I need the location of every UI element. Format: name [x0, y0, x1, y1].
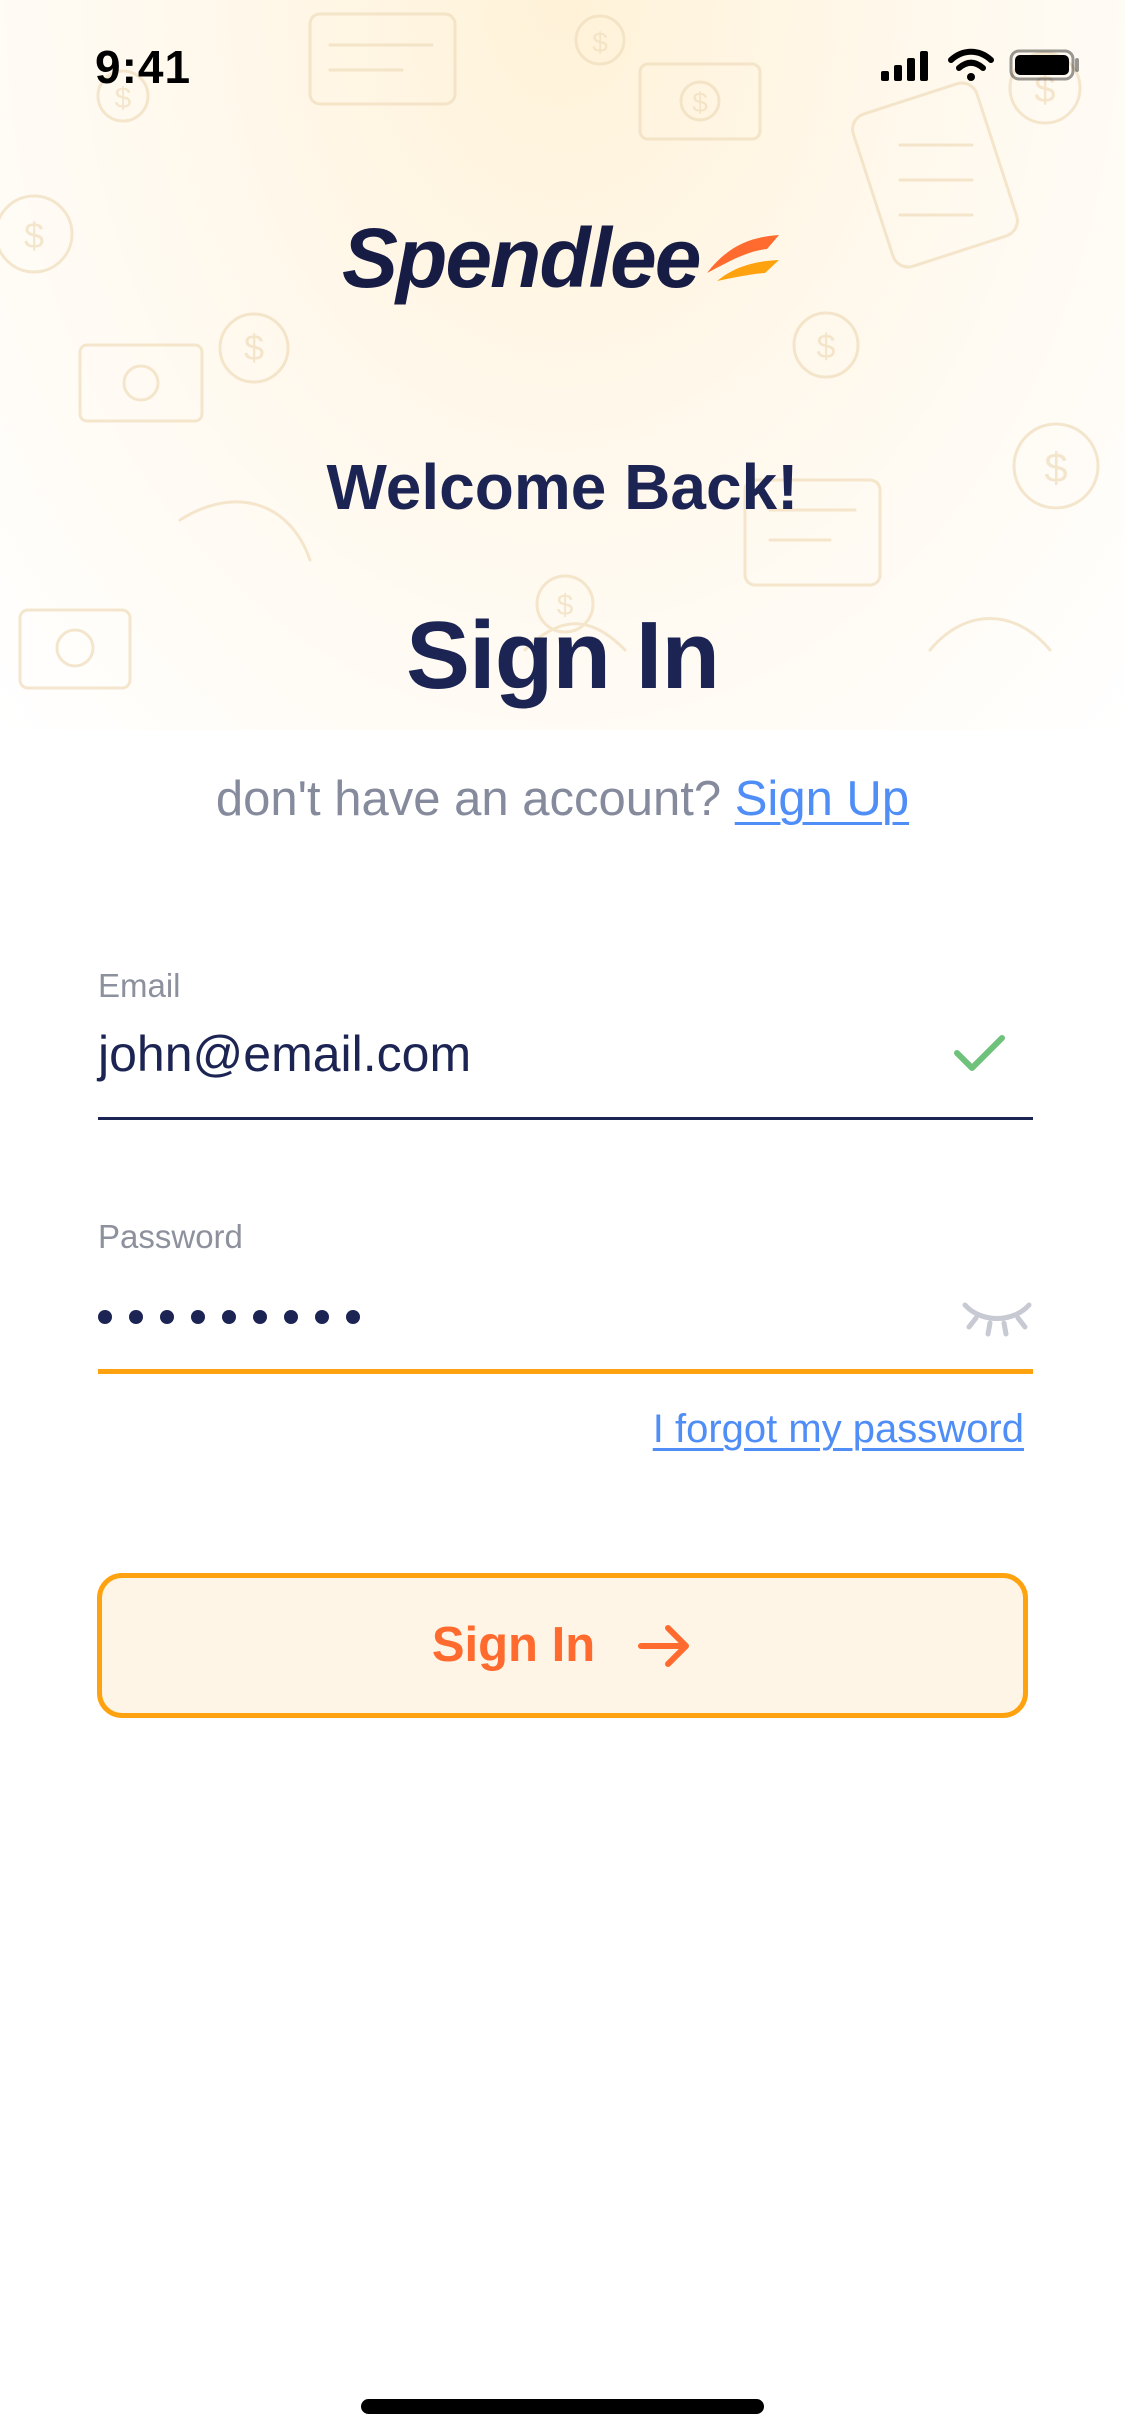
svg-text:$: $: [244, 327, 264, 368]
email-underline: [98, 1117, 1033, 1120]
arrow-right-icon: [638, 1624, 690, 1667]
email-field[interactable]: Email john@email.com: [98, 967, 1033, 1122]
signup-prompt-text: don't have an account?: [215, 772, 722, 826]
forgot-password-link[interactable]: I forgot my password: [653, 1407, 1024, 1452]
password-dot: [129, 1310, 143, 1324]
svg-text:$: $: [24, 215, 44, 256]
email-label: Email: [98, 967, 181, 1004]
password-dot: [98, 1310, 112, 1324]
password-label: Password: [98, 1218, 243, 1255]
signup-prompt-row: don't have an account? Sign Up: [0, 775, 1125, 824]
check-icon: [954, 1035, 1005, 1071]
signup-link[interactable]: Sign Up: [735, 772, 909, 826]
home-indicator: [361, 2399, 764, 2414]
password-underline: [98, 1369, 1033, 1374]
password-dot: [346, 1310, 360, 1324]
password-dot: [253, 1310, 267, 1324]
battery-icon: [1009, 49, 1079, 81]
welcome-heading: Welcome Back!: [326, 451, 799, 523]
svg-text:$: $: [817, 328, 836, 366]
password-field[interactable]: Password: [98, 1218, 1033, 1378]
logo-swoosh-icon: [707, 234, 780, 281]
signal-icon: [881, 51, 928, 81]
password-dot: [315, 1310, 329, 1324]
password-dot: [222, 1310, 236, 1324]
wifi-icon: [948, 48, 994, 81]
status-bar: 9:41: [0, 0, 1125, 132]
page-title: Sign In: [406, 602, 720, 709]
sign-in-button-label: Sign In: [431, 1618, 596, 1672]
sign-in-screen: $ $ $ $ $ $ $ $ $ 9:41 Spendlee Welcome …: [0, 0, 1125, 2436]
status-time: 9:41: [95, 41, 192, 93]
email-value[interactable]: john@email.com: [98, 1025, 471, 1083]
logo-text: Spendlee: [342, 210, 701, 305]
spendlee-logo: Spendlee: [342, 200, 792, 315]
sign-in-button[interactable]: Sign In: [97, 1573, 1028, 1718]
password-dot: [284, 1310, 298, 1324]
password-masked-value[interactable]: [98, 1310, 360, 1324]
password-dot: [160, 1310, 174, 1324]
password-dot: [191, 1310, 205, 1324]
eye-closed-icon[interactable]: [961, 1293, 1033, 1341]
status-icons: [879, 48, 1083, 82]
